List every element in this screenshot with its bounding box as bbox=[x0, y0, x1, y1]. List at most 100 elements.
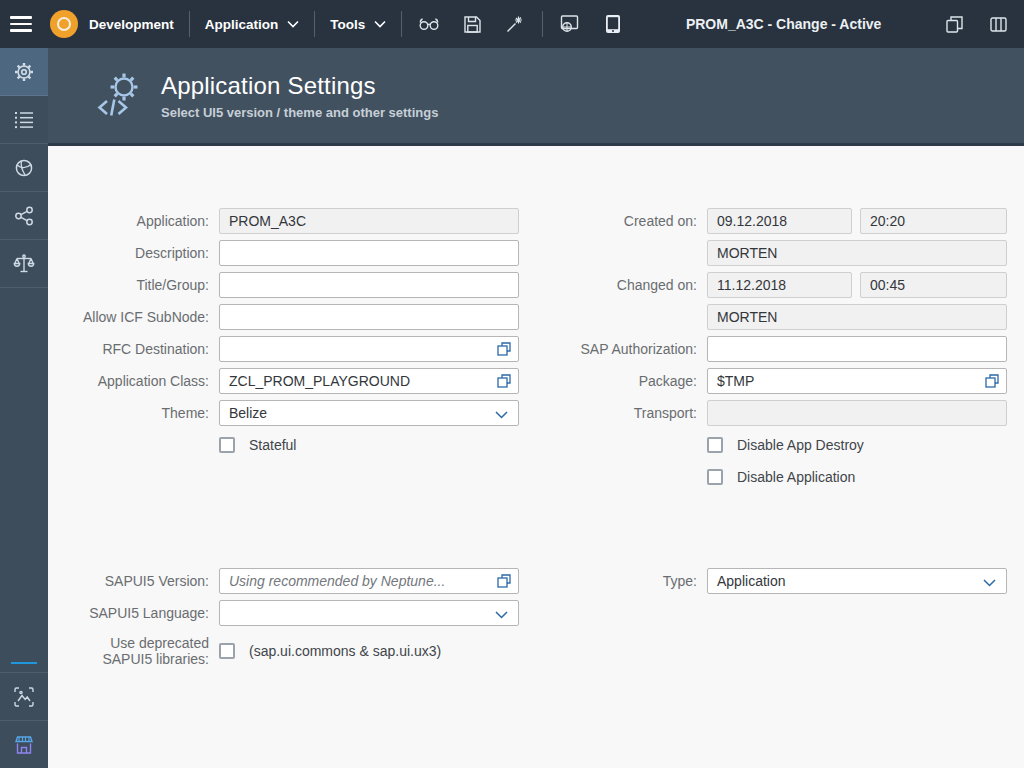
content-area: Application Settings Select UI5 version … bbox=[48, 48, 1024, 768]
allow-icf-label: Allow ICF SubNode: bbox=[59, 309, 209, 325]
topbar-separator bbox=[401, 11, 402, 37]
page-title: Application Settings bbox=[161, 72, 438, 100]
field-row-stateful: Stateful bbox=[59, 429, 519, 461]
field-row-application-class: Application Class: bbox=[59, 365, 519, 397]
sapui5-version-input[interactable] bbox=[219, 568, 519, 594]
window-title: PROM_A3C - Change - Active bbox=[625, 16, 942, 32]
value-help-icon[interactable] bbox=[985, 374, 999, 388]
application-class-label: Application Class: bbox=[59, 373, 209, 389]
tablet-icon[interactable] bbox=[601, 12, 625, 36]
transport-input[interactable] bbox=[707, 400, 1007, 426]
transport-label: Transport: bbox=[547, 405, 697, 421]
rfc-destination-input[interactable] bbox=[219, 336, 519, 362]
field-row-sapui5-language: SAPUI5 Language: bbox=[59, 597, 519, 629]
page-subtitle: Select UI5 version / theme and other set… bbox=[161, 105, 438, 120]
disable-application-checkbox[interactable] bbox=[707, 469, 723, 485]
field-row-title-group: Title/Group: bbox=[59, 269, 519, 301]
topbar-separator bbox=[189, 11, 190, 37]
field-row-theme: Theme: Belize bbox=[59, 397, 519, 429]
changed-by-input[interactable] bbox=[707, 304, 1007, 330]
allow-icf-input[interactable] bbox=[219, 304, 519, 330]
created-date-input[interactable] bbox=[707, 208, 852, 234]
value-help-icon[interactable] bbox=[497, 374, 511, 388]
use-deprecated-text: (sap.ui.commons & sap.ui.ux3) bbox=[249, 643, 441, 659]
field-row-sap-authorization: SAP Authorization: bbox=[547, 333, 1007, 365]
globe-icon bbox=[14, 158, 34, 178]
gear-code-icon bbox=[95, 72, 143, 120]
menu-tools-label: Tools bbox=[330, 17, 365, 32]
topbar-separator bbox=[542, 11, 543, 37]
created-by-input[interactable] bbox=[707, 240, 1007, 266]
title-group-label: Title/Group: bbox=[59, 277, 209, 293]
created-time-input[interactable] bbox=[860, 208, 1007, 234]
disable-app-destroy-checkbox[interactable] bbox=[707, 437, 723, 453]
description-input[interactable] bbox=[219, 240, 519, 266]
sapui5-language-select[interactable] bbox=[219, 600, 519, 626]
chevron-down-icon bbox=[374, 20, 386, 28]
changed-time-input[interactable] bbox=[860, 272, 1007, 298]
menu-tools[interactable]: Tools bbox=[330, 17, 386, 32]
field-row-disable-application: Disable Application bbox=[547, 461, 1007, 493]
chevron-down-icon bbox=[495, 411, 508, 419]
description-label: Description: bbox=[59, 245, 209, 261]
application-input[interactable] bbox=[219, 208, 519, 234]
field-row-sapui5-version: SAPUI5 Version: bbox=[59, 565, 519, 597]
field-row-application: Application: bbox=[59, 205, 519, 237]
store-icon bbox=[13, 734, 35, 756]
sidebar-item-image-capture[interactable] bbox=[0, 672, 48, 720]
sidebar-item-list[interactable] bbox=[0, 96, 48, 144]
save-icon[interactable] bbox=[460, 12, 484, 36]
settings-form: Application: Description: Title/Group: A… bbox=[48, 146, 1024, 768]
sidebar-item-settings[interactable] bbox=[0, 48, 48, 96]
menu-application[interactable]: Application bbox=[205, 17, 300, 32]
chevron-down-icon bbox=[287, 20, 299, 28]
type-label: Type: bbox=[547, 573, 697, 589]
field-row-created-by bbox=[547, 237, 1007, 269]
changed-on-label: Changed on: bbox=[547, 277, 697, 293]
type-select[interactable]: Application bbox=[707, 568, 1007, 594]
theme-select[interactable]: Belize bbox=[219, 400, 519, 426]
copy-icon[interactable] bbox=[942, 12, 966, 36]
field-row-changed-on: Changed on: bbox=[547, 269, 1007, 301]
value-help-icon[interactable] bbox=[497, 342, 511, 356]
field-row-disable-app-destroy: Disable App Destroy bbox=[547, 429, 1007, 461]
product-name: Development bbox=[89, 17, 174, 32]
menu-hamburger-icon[interactable] bbox=[10, 12, 34, 36]
title-group-input[interactable] bbox=[219, 272, 519, 298]
neptune-logo[interactable] bbox=[50, 10, 78, 38]
package-label: Package: bbox=[547, 373, 697, 389]
sidebar-item-globe[interactable] bbox=[0, 144, 48, 192]
magic-wand-icon[interactable] bbox=[503, 12, 527, 36]
share-icon bbox=[14, 206, 34, 226]
columns-icon[interactable] bbox=[986, 12, 1010, 36]
sidebar-item-scales[interactable] bbox=[0, 240, 48, 288]
field-row-use-deprecated: Use deprecated SAPUI5 libraries: (sap.ui… bbox=[59, 629, 519, 673]
field-row-allow-icf: Allow ICF SubNode: bbox=[59, 301, 519, 333]
field-row-rfc-destination: RFC Destination: bbox=[59, 333, 519, 365]
rfc-destination-label: RFC Destination: bbox=[59, 341, 209, 357]
value-help-icon[interactable] bbox=[497, 574, 511, 588]
list-icon bbox=[14, 111, 34, 129]
field-row-changed-by bbox=[547, 301, 1007, 333]
gear-icon bbox=[13, 61, 35, 83]
disable-app-destroy-label: Disable App Destroy bbox=[737, 437, 864, 453]
stateful-checkbox[interactable] bbox=[219, 437, 235, 453]
use-deprecated-checkbox[interactable] bbox=[219, 643, 235, 659]
chevron-down-icon bbox=[495, 611, 508, 619]
image-capture-icon bbox=[13, 686, 35, 708]
field-row-package: Package: bbox=[547, 365, 1007, 397]
application-label: Application: bbox=[59, 213, 209, 229]
application-class-input[interactable] bbox=[219, 368, 519, 394]
sap-authorization-label: SAP Authorization: bbox=[547, 341, 697, 357]
sidebar-item-share[interactable] bbox=[0, 192, 48, 240]
package-input[interactable] bbox=[707, 368, 1007, 394]
sap-authorization-input[interactable] bbox=[707, 336, 1007, 362]
browser-preview-icon[interactable] bbox=[558, 12, 582, 36]
type-select-value: Application bbox=[717, 573, 786, 589]
sidebar-item-store[interactable] bbox=[0, 720, 48, 768]
field-row-transport: Transport: bbox=[547, 397, 1007, 429]
scales-icon bbox=[13, 254, 35, 274]
preview-glasses-icon[interactable] bbox=[417, 12, 441, 36]
sidebar-accent-divider bbox=[11, 662, 37, 664]
changed-date-input[interactable] bbox=[707, 272, 852, 298]
